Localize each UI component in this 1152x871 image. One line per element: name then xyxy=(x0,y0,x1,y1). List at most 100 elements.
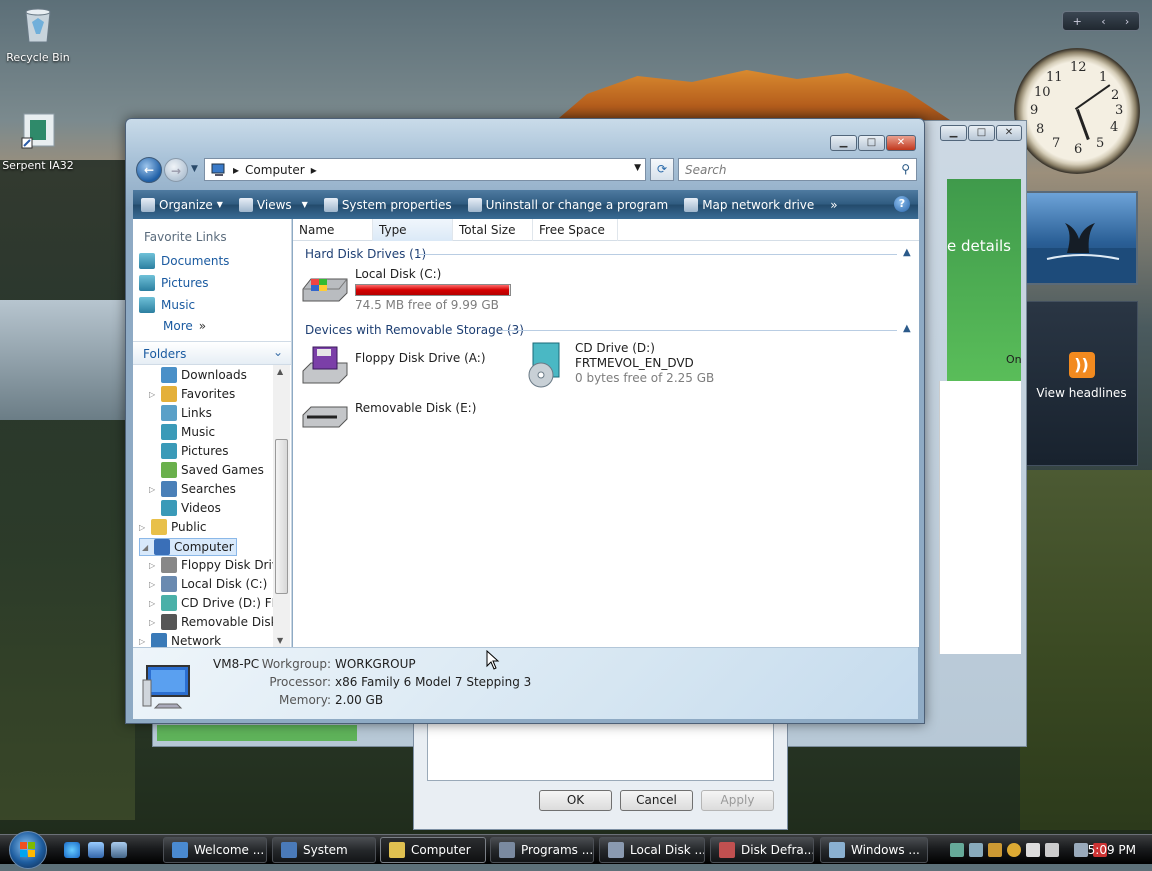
column-header-name[interactable]: Name xyxy=(293,219,373,241)
folder-tree-item[interactable]: ▷ Searches xyxy=(149,481,236,497)
folder-tree-item[interactable]: Music xyxy=(149,424,215,440)
folders-header[interactable]: Folders ⌄ xyxy=(133,341,291,365)
scrollbar-thumb[interactable] xyxy=(275,439,288,594)
favorite-link-pictures[interactable]: Pictures xyxy=(139,275,209,291)
drive-floppy-a[interactable]: Floppy Disk Drive (A:) xyxy=(301,345,486,385)
group-header-hard-disk-drives[interactable]: Hard Disk Drives (1) ▲ xyxy=(305,247,911,261)
security-alert-icon[interactable] xyxy=(1007,843,1021,857)
tray-icon[interactable] xyxy=(988,843,1002,857)
switch-windows-icon[interactable] xyxy=(111,842,127,858)
map-network-drive-button[interactable]: Map network drive xyxy=(676,190,822,219)
organize-button[interactable]: Organize ▼ xyxy=(133,190,231,219)
forward-button[interactable]: → xyxy=(164,158,188,182)
folder-tree-item[interactable]: ▷ Network xyxy=(139,633,221,647)
taskbar-clock[interactable]: 5:09 PM xyxy=(1088,843,1136,857)
drive-cd-d[interactable]: CD Drive (D:) FRTMEVOL_EN_DVD 0 bytes fr… xyxy=(523,341,714,389)
recent-pages-dropdown-icon[interactable]: ▼ xyxy=(191,164,198,174)
address-segment-computer[interactable]: Computer xyxy=(245,163,305,177)
folder-tree-item[interactable]: ▷ Public xyxy=(139,519,207,535)
tray-icon[interactable] xyxy=(969,843,983,857)
address-arrow-icon[interactable]: ▸ xyxy=(311,163,317,177)
minimize-button[interactable]: ▁ xyxy=(830,135,857,151)
clock-gadget[interactable]: 12 1 2 3 4 5 6 7 8 9 10 11 xyxy=(1014,48,1140,174)
taskbar-button[interactable]: Computer xyxy=(380,837,486,863)
expand-icon[interactable]: ▷ xyxy=(149,618,157,627)
expand-icon[interactable]: ▷ xyxy=(139,637,147,646)
folder-tree-item[interactable]: ▷ Floppy Disk Drive xyxy=(149,557,273,573)
scroll-down-icon[interactable]: ▼ xyxy=(277,636,283,645)
folder-tree-item[interactable]: Downloads xyxy=(149,367,247,383)
feed-headlines-gadget[interactable]: )) View headlines xyxy=(1025,301,1138,466)
previous-icon[interactable]: ‹ xyxy=(1101,15,1105,28)
collapse-icon[interactable]: ▲ xyxy=(903,247,911,258)
expand-icon[interactable]: ▷ xyxy=(149,580,157,589)
back-button[interactable]: ← xyxy=(136,157,162,183)
ok-button[interactable]: OK xyxy=(539,790,612,811)
expand-icon[interactable]: ▷ xyxy=(149,599,157,608)
close-icon[interactable]: ✕ xyxy=(996,125,1022,141)
add-gadget-icon[interactable]: + xyxy=(1073,15,1082,28)
folder-tree-item[interactable]: ▷ Removable Disk xyxy=(149,614,273,630)
folder-tree-item[interactable]: ▷ Favorites xyxy=(149,386,235,402)
favorite-link-music[interactable]: Music xyxy=(139,297,195,313)
expand-icon[interactable]: ▷ xyxy=(139,523,147,532)
show-desktop-icon[interactable] xyxy=(88,842,104,858)
desktop-icon-serpent[interactable]: Serpent IA32 xyxy=(0,112,76,172)
column-header-free-space[interactable]: Free Space xyxy=(533,219,618,241)
folder-tree-item[interactable]: Videos xyxy=(149,500,221,516)
taskbar-button[interactable]: Welcome ... xyxy=(163,837,267,863)
toolbar-overflow-button[interactable]: » xyxy=(822,190,845,219)
tray-icon[interactable] xyxy=(1026,843,1040,857)
favorite-links-more[interactable]: More » xyxy=(163,319,206,333)
search-input[interactable]: Search ⚲ xyxy=(678,158,917,181)
column-header-total-size[interactable]: Total Size xyxy=(453,219,533,241)
scroll-up-icon[interactable]: ▲ xyxy=(277,367,283,376)
expand-icon[interactable]: ▷ xyxy=(149,485,157,494)
view-headlines-label[interactable]: View headlines xyxy=(1026,386,1137,400)
folder-tree-scrollbar[interactable]: ▲ ▼ xyxy=(273,365,290,647)
uninstall-program-button[interactable]: Uninstall or change a program xyxy=(460,190,677,219)
taskbar-button[interactable]: Windows ... xyxy=(820,837,928,863)
folder-tree-item[interactable]: ▷ CD Drive (D:) FRT xyxy=(149,595,273,611)
taskbar-button[interactable]: Programs ... xyxy=(490,837,594,863)
refresh-button[interactable]: ⟳ xyxy=(650,158,674,181)
sidebar-gadget-controls[interactable]: + ‹ › xyxy=(1062,11,1140,31)
views-button[interactable]: Views ▼ xyxy=(231,190,316,219)
folder-tree-item[interactable]: ◢ Computer xyxy=(139,538,237,556)
expand-icon[interactable]: ▷ xyxy=(149,561,157,570)
address-bar[interactable]: ▸ Computer ▸ ▼ xyxy=(204,158,646,181)
drive-removable-e[interactable]: Removable Disk (E:) xyxy=(301,395,476,435)
network-icon[interactable] xyxy=(1074,843,1088,857)
start-button[interactable] xyxy=(9,831,47,869)
search-icon[interactable]: ⚲ xyxy=(901,162,910,176)
folder-tree-item[interactable]: Pictures xyxy=(149,443,229,459)
slideshow-gadget[interactable] xyxy=(1025,191,1138,285)
address-dropdown-icon[interactable]: ▼ xyxy=(634,163,641,173)
folder-tree-item[interactable]: Links xyxy=(149,405,212,421)
help-icon[interactable]: ? xyxy=(894,196,910,212)
taskbar-button[interactable]: Local Disk ... xyxy=(599,837,705,863)
favorite-link-documents[interactable]: Documents xyxy=(139,253,229,269)
cancel-button[interactable]: Cancel xyxy=(620,790,693,811)
maximize-button[interactable]: □ xyxy=(858,135,885,151)
drive-local-disk-c[interactable]: Local Disk (C:) 74.5 MB free of 9.99 GB xyxy=(301,267,511,313)
minimize-icon[interactable]: ▁ xyxy=(940,125,967,141)
internet-explorer-icon[interactable] xyxy=(64,842,80,858)
desktop-icon-recycle-bin[interactable]: Recycle Bin xyxy=(0,4,76,64)
folder-tree-item[interactable]: ▷ Local Disk (C:) xyxy=(149,576,267,592)
folder-tree-item[interactable]: Saved Games xyxy=(149,462,264,478)
group-header-removable-storage[interactable]: Devices with Removable Storage (3) ▲ xyxy=(305,323,911,337)
address-arrow-icon[interactable]: ▸ xyxy=(233,163,239,177)
system-properties-button[interactable]: System properties xyxy=(316,190,460,219)
taskbar-button[interactable]: System xyxy=(272,837,376,863)
expand-icon[interactable]: ▷ xyxy=(149,390,157,399)
next-icon[interactable]: › xyxy=(1125,15,1129,28)
tray-icon[interactable] xyxy=(1045,843,1059,857)
apply-button[interactable]: Apply xyxy=(701,790,774,811)
collapse-icon[interactable]: ◢ xyxy=(142,543,150,552)
taskbar-button[interactable]: Disk Defra... xyxy=(710,837,814,863)
column-header-type[interactable]: Type xyxy=(373,219,453,241)
collapse-icon[interactable]: ▲ xyxy=(903,323,911,334)
maximize-icon[interactable]: □ xyxy=(968,125,995,141)
close-button[interactable]: ✕ xyxy=(886,135,916,151)
